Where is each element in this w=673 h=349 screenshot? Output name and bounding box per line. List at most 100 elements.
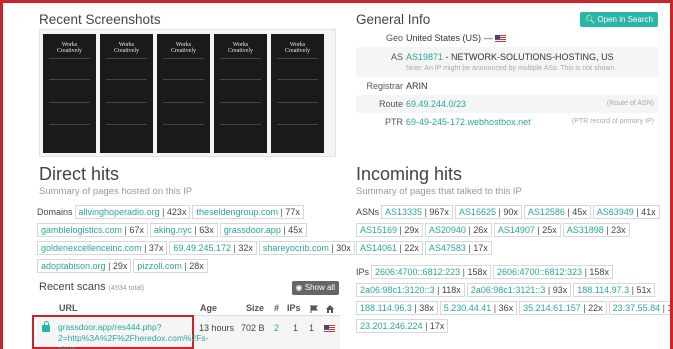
route-note: (Route of ASN) [606,100,654,107]
route-row: Route 69.49.244.0/23 (Route of ASN) [356,95,658,113]
ip-chip[interactable]: 23.201.246.224 | 17x [356,319,449,333]
domain-chip[interactable]: aking.nyc | 63x [149,223,218,237]
domains-line-4: adoptabison.org | 29x pizzoll.com | 28x [37,259,210,273]
scan-requests[interactable]: 2 [274,323,279,333]
lock-icon [42,321,50,332]
domain-chip[interactable]: 69.49.245.172 | 32x [169,241,257,255]
home-icon[interactable] [326,305,334,313]
recent-scans-total: (4934 total) [108,285,145,292]
ips-line-4: 23.201.246.224 | 17x [356,319,450,333]
screenshot-thumb[interactable]: Works Creatively [43,34,96,153]
col-url-header[interactable]: URL [59,303,78,313]
asn-chip[interactable]: AS15169 | 29x [356,223,423,237]
domain-chip[interactable]: shareyocrib.com | 30x [258,241,355,255]
flag-icon[interactable] [310,305,318,313]
ip-chip[interactable]: 2606:4700::6812:223 | 158x [371,265,491,279]
ip-chip[interactable]: 2606:4700::6812:323 | 158x [492,265,613,279]
ips-line-1: IPs 2606:4700::6812:223 | 158x 2606:4700::… [356,265,615,279]
col-requests-header[interactable]: # [274,303,279,313]
open-in-search-button[interactable]: 🔍︎ Open in Search [580,12,658,27]
thumb-logo: Works Creatively [228,42,253,54]
registrar-row: Registrar ARIN [366,81,428,91]
direct-hits-title: Direct hits [39,164,120,184]
ptr-note: (PTR record of primary IP) [571,118,654,125]
asn-chip[interactable]: AS20940 | 26x [424,223,492,237]
asn-chip[interactable]: AS13335 | 967x [381,205,453,219]
asn-chip[interactable]: AS14061 | 22x [356,241,423,255]
screenshots-title: Recent Screenshots [39,12,161,27]
us-flag-icon [495,35,507,43]
asns-label: ASNs [356,207,380,217]
ips-label: IPs [356,267,370,277]
us-flag-icon [324,325,335,332]
scan-url-link[interactable]: grassdoor.app/res444.php?2=http%3A%2F%2F… [58,322,208,349]
domain-chip[interactable]: goldenexcellenceinc.com | 37x [37,241,168,255]
as-note: Note: An IP might be announced by multip… [406,65,617,72]
screenshot-thumb[interactable]: Works Creatively [214,34,267,153]
domain-chip[interactable]: adoptabison.org | 29x [37,259,132,273]
col-age-header[interactable]: Age [200,303,217,313]
geo-row: Geo United States (US) — [356,29,658,47]
asn-chip[interactable]: AS12586 | 45x [523,205,591,219]
ptr-row: PTR 69-49-245-172.webhostbox.net (PTR re… [385,117,654,127]
ptr-link[interactable]: 69-49-245-172.webhostbox.net [406,117,531,127]
domain-chip[interactable]: allvinghoperadio.org | 423x [74,205,191,219]
ip-chip[interactable]: 188.114.96.3 | 38x [356,301,438,315]
show-all-button[interactable]: ◉ Show all [291,281,339,295]
ip-chip[interactable]: 5.230.44.41 | 36x [439,301,518,315]
geo-value: United States (US) — [406,33,493,43]
asns-line-2: AS15169 | 29x AS20940 | 26x AS14907 | 25x A… [356,223,632,237]
asn-chip[interactable]: AS31898 | 23x [562,223,630,237]
col-size-header[interactable]: Size [246,303,264,313]
incoming-hits-subtitle: Summary of pages that talked to this IP [356,186,522,197]
domain-chip[interactable]: pizzoll.com | 28x [133,259,208,273]
scan-countries: 1 [309,323,315,333]
ip-chip[interactable]: 23.37.55.84 | 18x [608,301,670,315]
eye-icon: ◉ [295,283,305,292]
ips-line-2: 2a06:98c1:3120::3 | 118x 2a06:98c1:3121::… [356,283,657,297]
screenshot-thumb[interactable]: Works Creatively [271,34,324,153]
as-row: AS AS19871 - NETWORK-SOLUTIONS-HOSTING, … [356,47,658,77]
direct-hits-subtitle: Summary of pages hosted on this IP [39,186,193,197]
thumb-logo: Works Creatively [171,42,196,54]
col-ips-header[interactable]: IPs [287,303,301,313]
search-icon: 🔍︎ [585,15,598,24]
as-name: - NETWORK-SOLUTIONS-HOSTING, US [445,52,614,62]
domains-label: Domains [37,207,73,217]
ip-chip[interactable]: 35.214.61.157 | 22x [519,301,607,315]
screenshot-thumb[interactable]: Works Creatively [157,34,210,153]
as-link[interactable]: AS19871 [406,52,443,62]
recent-scans-title: Recent scans [39,281,106,293]
scan-size: 702 B [241,323,265,333]
route-link[interactable]: 69.49.244.0/23 [406,99,466,109]
thumb-logo: Works Creatively [285,42,310,54]
domain-chip[interactable]: theseldengroup.com | 77x [192,205,304,219]
page: Recent Screenshots Works Creatively Works… [3,3,670,349]
ips-line-3: 188.114.96.3 | 38x 5.230.44.41 | 36x 35.21… [356,301,670,315]
highlighted-url-cell[interactable]: grassdoor.app/res444.php?2=http%3A%2F%2F… [32,315,208,349]
general-info-title: General Info [356,12,431,27]
asn-chip[interactable]: AS16625 | 90x [454,205,522,219]
domains-line-1: Domains allvinghoperadio.org | 423x thesel… [37,205,306,219]
ip-chip[interactable]: 2a06:98c1:3121::3 | 93x [466,283,572,297]
asn-chip[interactable]: AS14907 | 25x [493,223,561,237]
domains-line-3: goldenexcellenceinc.com | 37x 69.49.245.1… [37,241,357,255]
thumb-logo: Works Creatively [57,42,82,54]
scan-ips: 1 [293,323,299,333]
registrar-value: ARIN [406,81,428,91]
thumb-logo: Works Creatively [114,42,139,54]
domain-chip[interactable]: gamblelogistics.com | 67x [37,223,148,237]
screenshot-strip[interactable]: Works Creatively Works Creatively Works Cre… [39,29,336,157]
incoming-hits-title: Incoming hits [356,164,463,184]
asn-chip[interactable]: AS47583 | 17x [424,241,492,255]
asn-chip[interactable]: AS63949 | 41x [592,205,660,219]
asns-line-1: ASNs AS13335 | 967x AS16625 | 90x AS12586 |… [356,205,662,219]
asns-line-3: AS14061 | 22x AS47583 | 17x [356,241,494,255]
scan-age: 13 hours [199,323,235,333]
domain-chip[interactable]: grassdoor.app | 45x [219,223,307,237]
ip-chip[interactable]: 188.114.97.3 | 51x [573,283,655,297]
ip-chip[interactable]: 2a06:98c1:3120::3 | 118x [356,283,465,297]
recent-scans-heading: Recent scans (4934 total) [39,281,144,293]
domains-line-2: gamblelogistics.com | 67x aking.nyc | 63x… [37,223,309,237]
screenshot-thumb[interactable]: Works Creatively [100,34,153,153]
